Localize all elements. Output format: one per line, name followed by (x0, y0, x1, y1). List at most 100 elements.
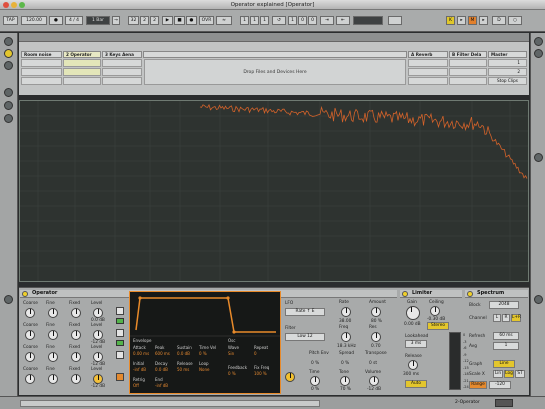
voice-mode-icon[interactable] (285, 372, 295, 382)
limiter-auto-button[interactable]: Auto (405, 380, 427, 388)
tempo-field[interactable]: 120.00 (21, 16, 47, 25)
clip-slot[interactable] (21, 77, 62, 85)
loop-toggle[interactable]: ↺ (272, 16, 286, 25)
record-button[interactable]: ● (186, 16, 197, 25)
stop-button[interactable]: ■ (174, 16, 185, 25)
block-select[interactable]: 2048 (489, 301, 519, 309)
oscillator-select-button[interactable] (116, 351, 124, 359)
info-view-icon[interactable] (4, 295, 13, 304)
channel-right-button[interactable]: R (502, 314, 510, 322)
position-bar[interactable]: 32 (128, 16, 139, 25)
algorithm-indicator-icon[interactable] (116, 318, 124, 324)
clip-slot[interactable] (408, 77, 448, 85)
filter-freq-knob[interactable] (341, 332, 351, 342)
envelope-param-value[interactable]: Off (133, 383, 139, 388)
operator-power-icon[interactable] (22, 291, 28, 297)
loop-start-sixteenth[interactable]: 1 (260, 16, 269, 25)
track-header-keys[interactable]: 3 Keys Aena (102, 51, 142, 58)
spectrum-analyzer-display[interactable] (19, 100, 529, 282)
device-browser-icon[interactable] (4, 88, 13, 97)
clip-slot[interactable] (102, 77, 142, 85)
clip-slot[interactable] (102, 59, 142, 67)
osc-param-knob[interactable] (48, 330, 58, 340)
browser-toggle-icon[interactable] (4, 37, 13, 46)
filter-type-select[interactable]: Low 12 (285, 333, 325, 341)
clip-slot[interactable] (449, 68, 487, 76)
osc-param-knob[interactable] (93, 374, 103, 384)
osc-param-knob[interactable] (93, 308, 103, 318)
track-header-reverb[interactable]: A Reverb (408, 51, 448, 58)
clip-slot[interactable] (63, 68, 101, 76)
track-header-operator[interactable]: 2 Operator (63, 51, 101, 58)
clip-slot[interactable] (21, 59, 62, 67)
key-map-button[interactable]: K (446, 16, 455, 25)
punch-out-button[interactable]: ⇤ (336, 16, 350, 25)
loop-length-beat[interactable]: 0 (298, 16, 307, 25)
oscillator-select-button[interactable] (116, 307, 124, 315)
scale-log-button[interactable]: Log (504, 370, 514, 378)
lfo-mode-select[interactable]: Rate ↑ E (285, 308, 325, 316)
oscillator-select-button[interactable] (116, 329, 124, 337)
clip-slot[interactable] (408, 59, 448, 67)
overdub-button[interactable]: OVR (199, 16, 214, 25)
loop-length-sixteenth[interactable]: 0 (308, 16, 317, 25)
osc-param-knob[interactable] (48, 374, 58, 384)
scale-st-button[interactable]: ST (515, 370, 525, 378)
clip-slot[interactable] (449, 77, 487, 85)
midi-map-button[interactable]: M (468, 16, 477, 25)
envelope-param-value[interactable]: 0 % (199, 351, 207, 356)
audio-engine-toggle[interactable]: ○ (508, 16, 522, 25)
position-beat[interactable]: 2 (140, 16, 149, 25)
envelope-param-value[interactable]: 0.0 dB (177, 351, 190, 356)
limiter-power-icon[interactable] (402, 291, 408, 297)
clip-slot[interactable] (449, 59, 487, 67)
lfo-rate-knob[interactable] (341, 307, 351, 317)
loop-start-bar[interactable]: 1 (240, 16, 249, 25)
loop-length-bar[interactable]: 1 (288, 16, 297, 25)
loop-start-beat[interactable]: 1 (250, 16, 259, 25)
scene-launch-1[interactable]: 1 (488, 59, 527, 67)
osc-param-knob[interactable] (93, 352, 103, 362)
osc-param-knob[interactable] (71, 330, 81, 340)
range-value[interactable]: -120 (489, 381, 511, 389)
follow-button[interactable]: → (112, 16, 120, 25)
lfo-amount-knob[interactable] (371, 307, 381, 317)
scale-lin-button[interactable]: Lin (493, 370, 503, 378)
operator-envelope-display[interactable]: Envelope Osc Attack 0.00 ms Peak 600 ms Sust… (129, 291, 281, 394)
quantize-menu[interactable]: 1 Bar (86, 16, 110, 25)
spectrum-device-title[interactable]: Spectrum (465, 290, 528, 298)
drop-files-area[interactable]: Drop Files and Devices Here (144, 59, 406, 85)
envelope-param-value[interactable]: 0.0 dB (155, 367, 168, 372)
channel-left-button[interactable]: L (493, 314, 501, 322)
stop-clips-button[interactable]: Stop Clips (488, 77, 527, 85)
envelope-param-value[interactable]: 0.00 ms (133, 351, 149, 356)
graph-mode-button[interactable]: Line (493, 360, 515, 368)
osc-param-knob[interactable] (48, 352, 58, 362)
osc-param-knob[interactable] (48, 308, 58, 318)
envelope-param-value[interactable]: -inf dB (155, 383, 168, 388)
osc-param-value[interactable]: Sin (228, 351, 234, 356)
time-knob[interactable] (310, 376, 320, 386)
time-signature[interactable]: 4 / 4 (65, 16, 83, 25)
clip-slot[interactable] (102, 68, 142, 76)
places-icon[interactable] (4, 61, 13, 70)
limiter-ceiling-knob[interactable] (430, 306, 440, 316)
play-button[interactable]: ▶ (162, 16, 173, 25)
osc-param-knob[interactable] (71, 374, 81, 384)
envelope-param-value[interactable]: None (199, 367, 209, 372)
osc-param-knob[interactable] (25, 352, 35, 362)
session-view-icon[interactable] (4, 49, 13, 58)
view-switcher[interactable] (495, 399, 513, 407)
clip-slot[interactable] (63, 59, 101, 67)
osc-param-knob[interactable] (25, 374, 35, 384)
scroll-handle-icon[interactable] (534, 153, 543, 162)
filter-res-knob[interactable] (371, 332, 381, 342)
clip-slot[interactable] (408, 68, 448, 76)
refresh-value[interactable]: 60 ms (493, 332, 519, 340)
tone-knob[interactable] (340, 376, 350, 386)
limiter-device-title[interactable]: Limiter (400, 290, 462, 298)
punch-in-button[interactable]: ⇥ (320, 16, 334, 25)
limiter-stereo-button[interactable]: Stereo (427, 322, 449, 330)
clip-slot[interactable] (21, 68, 62, 76)
tap-tempo-button[interactable]: TAP (3, 16, 18, 25)
